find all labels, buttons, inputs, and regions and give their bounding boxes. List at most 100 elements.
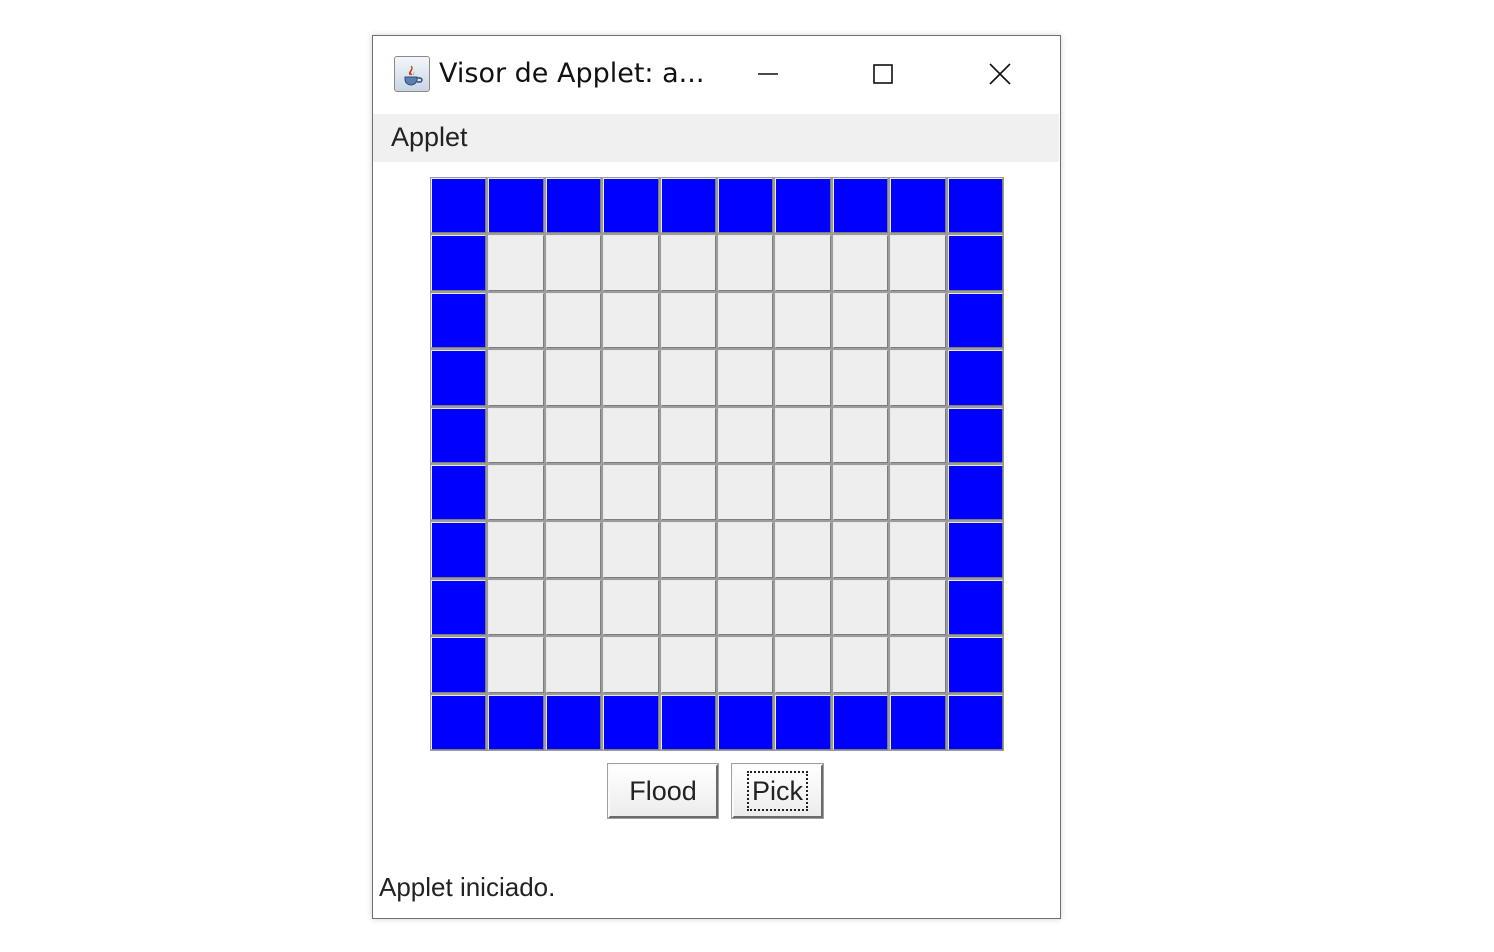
board-cell-empty[interactable]: [544, 234, 603, 292]
board-cell-empty[interactable]: [487, 578, 545, 637]
board-cell-wall[interactable]: [544, 693, 603, 751]
board-cell-empty[interactable]: [659, 349, 717, 407]
minimize-button[interactable]: [739, 50, 797, 98]
board-cell-wall[interactable]: [946, 693, 1004, 751]
board-cell-empty[interactable]: [716, 636, 775, 694]
board-cell-empty[interactable]: [716, 463, 775, 522]
board-cell-empty[interactable]: [889, 349, 947, 407]
board-cell-wall[interactable]: [602, 177, 660, 235]
board-cell-empty[interactable]: [487, 521, 545, 579]
board-cell-wall[interactable]: [430, 578, 488, 637]
board-cell-empty[interactable]: [487, 291, 545, 350]
board-cell-empty[interactable]: [659, 521, 717, 579]
board-cell-empty[interactable]: [544, 463, 603, 522]
board-cell-empty[interactable]: [716, 349, 775, 407]
board-cell-empty[interactable]: [659, 234, 717, 292]
board-cell-wall[interactable]: [430, 291, 488, 350]
board-cell-empty[interactable]: [602, 234, 660, 292]
board-cell-empty[interactable]: [602, 406, 660, 464]
board-cell-wall[interactable]: [659, 693, 717, 751]
board-cell-empty[interactable]: [544, 636, 603, 694]
board-cell-empty[interactable]: [831, 463, 890, 522]
board-cell-empty[interactable]: [774, 521, 832, 579]
board-cell-wall[interactable]: [716, 693, 775, 751]
board-cell-empty[interactable]: [602, 291, 660, 350]
board-cell-empty[interactable]: [544, 406, 603, 464]
board-cell-empty[interactable]: [487, 463, 545, 522]
board-cell-empty[interactable]: [889, 234, 947, 292]
board-cell-empty[interactable]: [831, 636, 890, 694]
board-cell-empty[interactable]: [544, 578, 603, 637]
board-cell-wall[interactable]: [430, 177, 488, 235]
board-cell-wall[interactable]: [487, 693, 545, 751]
board-cell-empty[interactable]: [831, 349, 890, 407]
board-cell-empty[interactable]: [831, 234, 890, 292]
board-cell-empty[interactable]: [774, 406, 832, 464]
board-cell-empty[interactable]: [659, 636, 717, 694]
board-cell-wall[interactable]: [430, 349, 488, 407]
board-cell-empty[interactable]: [659, 291, 717, 350]
board-cell-empty[interactable]: [602, 636, 660, 694]
board-cell-empty[interactable]: [544, 291, 603, 350]
board-cell-empty[interactable]: [831, 406, 890, 464]
board-cell-empty[interactable]: [602, 349, 660, 407]
board-cell-wall[interactable]: [602, 693, 660, 751]
board-cell-empty[interactable]: [889, 578, 947, 637]
board-cell-empty[interactable]: [831, 291, 890, 350]
flood-button[interactable]: Flood: [607, 763, 719, 819]
board-cell-wall[interactable]: [946, 291, 1004, 350]
close-button[interactable]: [971, 50, 1029, 98]
board-cell-empty[interactable]: [716, 578, 775, 637]
board-cell-empty[interactable]: [774, 349, 832, 407]
board-cell-empty[interactable]: [774, 578, 832, 637]
board-cell-wall[interactable]: [430, 693, 488, 751]
title-bar[interactable]: Visor de Applet: a...: [373, 36, 1060, 114]
board-cell-wall[interactable]: [430, 636, 488, 694]
board-cell-empty[interactable]: [716, 291, 775, 350]
board-cell-empty[interactable]: [774, 463, 832, 522]
board-cell-empty[interactable]: [487, 636, 545, 694]
board-cell-empty[interactable]: [544, 349, 603, 407]
board-cell-wall[interactable]: [946, 636, 1004, 694]
board-cell-wall[interactable]: [946, 349, 1004, 407]
board-cell-empty[interactable]: [889, 521, 947, 579]
maximize-button[interactable]: [854, 50, 912, 98]
board-cell-empty[interactable]: [774, 291, 832, 350]
board-cell-wall[interactable]: [716, 177, 775, 235]
pick-button[interactable]: Pick: [731, 763, 824, 819]
menu-applet[interactable]: Applet: [391, 122, 468, 153]
board-cell-empty[interactable]: [774, 636, 832, 694]
board-cell-wall[interactable]: [946, 406, 1004, 464]
board-cell-wall[interactable]: [774, 693, 832, 751]
board-cell-empty[interactable]: [659, 463, 717, 522]
board-cell-wall[interactable]: [946, 463, 1004, 522]
board-cell-empty[interactable]: [487, 234, 545, 292]
board-cell-wall[interactable]: [946, 177, 1004, 235]
board-cell-wall[interactable]: [946, 578, 1004, 637]
board-cell-empty[interactable]: [544, 521, 603, 579]
board-cell-wall[interactable]: [889, 177, 947, 235]
board-cell-empty[interactable]: [602, 521, 660, 579]
board-cell-empty[interactable]: [602, 463, 660, 522]
board-cell-empty[interactable]: [659, 406, 717, 464]
board-cell-empty[interactable]: [889, 463, 947, 522]
board-cell-empty[interactable]: [889, 291, 947, 350]
board-cell-wall[interactable]: [946, 234, 1004, 292]
board-cell-wall[interactable]: [774, 177, 832, 235]
board-cell-wall[interactable]: [430, 463, 488, 522]
board-cell-empty[interactable]: [602, 578, 660, 637]
board-cell-empty[interactable]: [831, 578, 890, 637]
board-cell-wall[interactable]: [659, 177, 717, 235]
board-cell-empty[interactable]: [487, 406, 545, 464]
board-cell-empty[interactable]: [889, 636, 947, 694]
board-cell-empty[interactable]: [831, 521, 890, 579]
board-cell-empty[interactable]: [716, 234, 775, 292]
board-cell-empty[interactable]: [889, 406, 947, 464]
board-cell-wall[interactable]: [487, 177, 545, 235]
board-cell-wall[interactable]: [946, 521, 1004, 579]
board-cell-wall[interactable]: [430, 521, 488, 579]
board-cell-empty[interactable]: [716, 521, 775, 579]
board-cell-empty[interactable]: [659, 578, 717, 637]
board-cell-wall[interactable]: [831, 693, 890, 751]
board-cell-wall[interactable]: [544, 177, 603, 235]
